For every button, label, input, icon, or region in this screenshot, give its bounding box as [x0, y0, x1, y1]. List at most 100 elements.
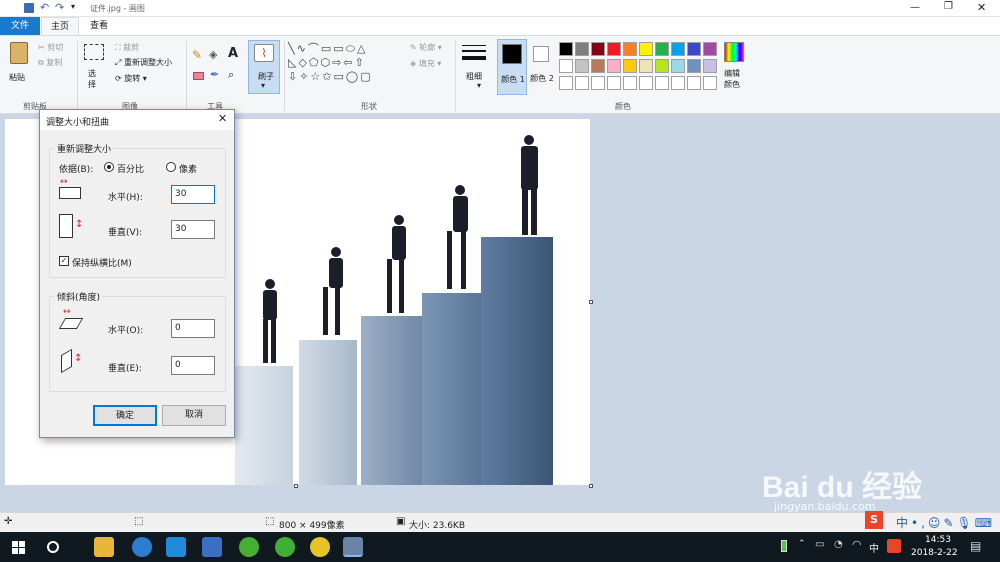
cortana-icon[interactable] — [47, 541, 59, 553]
tab-view[interactable]: 查看 — [82, 17, 116, 35]
color-picker-icon[interactable]: ✒ — [210, 68, 219, 81]
color-swatch[interactable] — [671, 76, 685, 90]
skew-group-title: 倾斜(角度) — [55, 290, 103, 303]
color-swatch[interactable] — [703, 76, 717, 90]
color-swatch[interactable] — [559, 76, 573, 90]
image-dimensions-icon: ⬚ — [265, 516, 275, 527]
color-swatch[interactable] — [703, 42, 717, 56]
color-swatch[interactable] — [687, 76, 701, 90]
pencil-icon[interactable]: ✎ — [192, 48, 202, 62]
color-swatch[interactable] — [591, 59, 605, 73]
select-button[interactable]: 选 择 — [82, 40, 108, 92]
ime-toolbar-icons[interactable]: 中•,☺✎🎙⌨ — [896, 514, 995, 531]
resize-handle-right[interactable] — [589, 300, 593, 304]
ime-indicator[interactable]: 中 — [869, 540, 879, 555]
minimize-icon[interactable]: — — [910, 2, 920, 13]
store-app-icon[interactable] — [166, 537, 186, 557]
cancel-button[interactable]: 取消 — [162, 405, 226, 426]
action-icon[interactable]: ◔ — [834, 539, 843, 550]
color-swatch[interactable] — [687, 42, 701, 56]
copy-label: 复制 — [46, 58, 63, 67]
windows-start-icon[interactable] — [12, 541, 25, 554]
vertical-field[interactable]: 30 — [171, 220, 215, 239]
skew-v-field[interactable]: 0 — [171, 356, 215, 375]
sogou-tray-icon[interactable] — [887, 539, 901, 553]
close-icon[interactable]: ✕ — [977, 1, 986, 14]
color-swatch[interactable] — [607, 59, 621, 73]
rotate-button[interactable]: ⟳ 旋转 ▾ — [115, 73, 147, 84]
tab-file[interactable]: 文件 — [0, 17, 40, 35]
edge-browser-icon[interactable] — [132, 537, 152, 557]
keep-ratio-checkbox[interactable]: ✓ — [59, 256, 69, 266]
crop-button[interactable]: ⛶ 裁剪 — [115, 42, 139, 53]
color-swatch[interactable] — [671, 42, 685, 56]
network-icon[interactable]: ▭ — [815, 539, 824, 550]
resize-button[interactable]: ⤢ 重新调整大小 — [115, 57, 172, 68]
color-swatch[interactable] — [575, 42, 589, 56]
color-swatch[interactable] — [559, 59, 573, 73]
color-swatch[interactable] — [655, 76, 669, 90]
color-swatch[interactable] — [639, 76, 653, 90]
copy-icon: ⧉ — [38, 58, 44, 67]
color-swatch[interactable] — [591, 42, 605, 56]
color-swatch[interactable] — [623, 42, 637, 56]
close-icon[interactable]: ✕ — [218, 112, 227, 125]
cut-button[interactable]: ✂ 剪切 — [38, 42, 63, 53]
resize-handle-corner[interactable] — [589, 484, 593, 488]
save-icon[interactable] — [24, 3, 34, 13]
color-swatch[interactable] — [607, 42, 621, 56]
security-guard-icon[interactable] — [310, 537, 330, 557]
arrow-red: ↕ — [74, 353, 83, 364]
color-swatch[interactable] — [623, 59, 637, 73]
color-swatch[interactable] — [687, 59, 701, 73]
color-swatch[interactable] — [671, 59, 685, 73]
customize-quick-access-icon[interactable]: ▾ — [71, 2, 75, 11]
tab-home[interactable]: 主页 — [41, 17, 79, 35]
horizontal-field[interactable]: 30 — [171, 185, 215, 204]
resize-handle-bottom[interactable] — [294, 484, 298, 488]
outline-button[interactable]: ✎ 轮廓 ▾ — [410, 42, 442, 53]
color-swatch[interactable] — [559, 42, 573, 56]
edit-colors-button[interactable]: 编辑颜色 — [722, 40, 746, 94]
copy-button[interactable]: ⧉ 复制 — [38, 57, 62, 68]
color-swatch[interactable] — [703, 59, 717, 73]
color-swatch[interactable] — [623, 76, 637, 90]
color-swatch[interactable] — [639, 59, 653, 73]
color-swatch[interactable] — [575, 76, 589, 90]
brush-button[interactable]: ⌇ 刷子 ▾ — [248, 40, 280, 94]
skew-h-field[interactable]: 0 — [171, 319, 215, 338]
color-swatch[interactable] — [591, 76, 605, 90]
color-swatch[interactable] — [607, 76, 621, 90]
clock-date[interactable]: 2018-2-22 — [911, 548, 958, 558]
percent-radio[interactable] — [104, 162, 114, 172]
ok-button[interactable]: 确定 — [93, 405, 157, 426]
fill-button[interactable]: ◈ 填充 ▾ — [410, 58, 441, 69]
paint-app-icon[interactable] — [343, 537, 363, 557]
magnifier-icon[interactable]: ⌕ — [228, 68, 234, 82]
maximize-icon[interactable]: ❐ — [944, 1, 953, 12]
undo-icon[interactable]: ↶ — [40, 1, 49, 14]
color2-button[interactable]: 颜色 2 — [529, 39, 557, 95]
color-swatch[interactable] — [655, 42, 669, 56]
redo-icon[interactable]: ↷ — [55, 1, 64, 14]
360-browser-icon[interactable] — [239, 537, 259, 557]
color-swatch[interactable] — [655, 59, 669, 73]
wechat-icon[interactable] — [275, 537, 295, 557]
text-icon[interactable]: A — [228, 46, 238, 61]
pixels-radio[interactable] — [166, 162, 176, 172]
shapes-gallery[interactable]: ╲∿⌒▭▭⬭△ ◺◇⬠⬡⇨⇦⇧ ⇩✧☆✩▭◯▢ — [288, 42, 403, 88]
fill-bucket-icon[interactable]: ◈ — [209, 48, 217, 61]
notifications-icon[interactable]: ▤ — [970, 539, 981, 553]
size-button[interactable]: 粗细 ▾ — [460, 41, 488, 93]
file-explorer-icon[interactable] — [94, 537, 114, 557]
chevron-up-icon[interactable]: ⌃ — [798, 539, 806, 549]
mail-app-icon[interactable] — [202, 537, 222, 557]
color-swatch[interactable] — [639, 42, 653, 56]
paste-button[interactable]: 粘贴 — [6, 40, 32, 90]
clock-time[interactable]: 14:53 — [925, 535, 951, 545]
color1-button[interactable]: 颜色 1 — [497, 39, 527, 95]
color-swatch[interactable] — [575, 59, 589, 73]
ime-toolbar-logo[interactable]: S — [865, 511, 883, 529]
eraser-icon[interactable] — [193, 72, 204, 80]
wifi-icon[interactable]: ◠ — [852, 538, 862, 551]
